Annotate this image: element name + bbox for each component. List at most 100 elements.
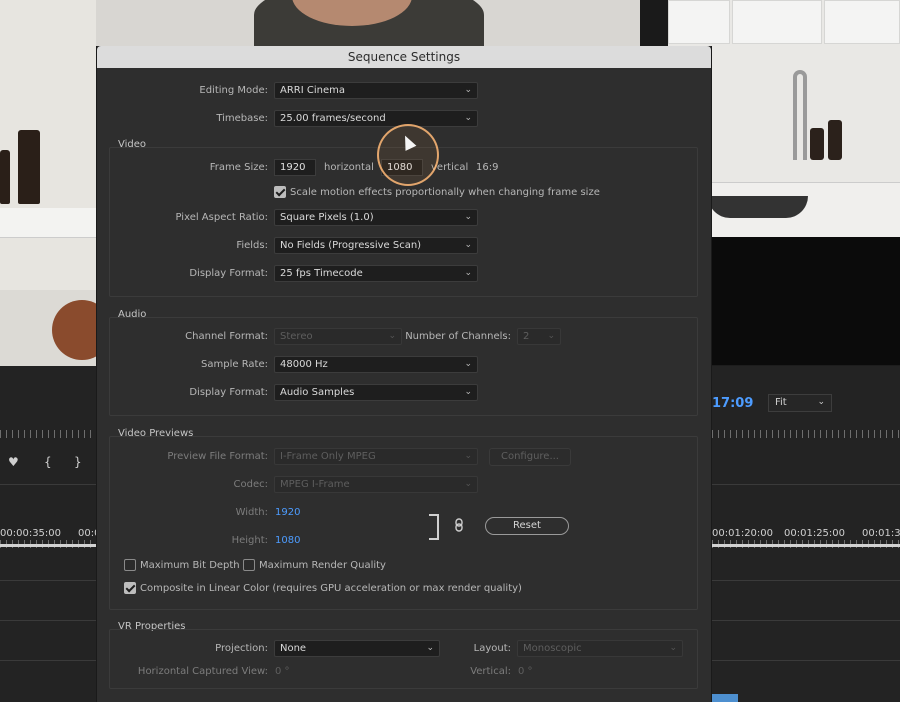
fields-value: No Fields (Progressive Scan) xyxy=(280,240,422,251)
bottle-image xyxy=(828,120,842,160)
zoom-fit-select[interactable]: Fit ⌄ xyxy=(768,394,832,412)
layout-label: Layout: xyxy=(473,643,511,654)
video-display-format-value: 25 fps Timecode xyxy=(280,268,363,279)
pixel-aspect-select[interactable]: Square Pixels (1.0) ⌄ xyxy=(274,209,478,226)
num-channels-select[interactable]: 2 ⌄ xyxy=(517,328,561,345)
audio-display-format-value: Audio Samples xyxy=(280,387,355,398)
sample-rate-select[interactable]: 48000 Hz ⌄ xyxy=(274,356,478,373)
pan-image xyxy=(708,196,808,218)
bottle-image xyxy=(810,128,824,160)
scale-motion-checkbox[interactable] xyxy=(274,186,286,198)
timebase-label: Timebase: xyxy=(216,113,268,124)
reset-button[interactable]: Reset xyxy=(485,517,569,535)
channel-format-label: Channel Format: xyxy=(185,331,268,342)
vr-vertical-label: Vertical: xyxy=(470,666,511,677)
horizontal-label: horizontal xyxy=(324,162,374,173)
num-channels-label: Number of Channels: xyxy=(405,331,511,342)
panel-divider xyxy=(640,0,668,46)
video-display-format-select[interactable]: 25 fps Timecode ⌄ xyxy=(274,265,478,282)
bottle-image xyxy=(0,150,10,204)
frame-width-input[interactable]: 1920 xyxy=(274,159,316,176)
max-render-quality-label: Maximum Render Quality xyxy=(259,560,386,571)
vertical-label: vertical xyxy=(431,162,469,173)
chevron-down-icon: ⌄ xyxy=(464,359,472,369)
timebase-select[interactable]: 25.00 frames/second ⌄ xyxy=(274,110,478,127)
max-bit-depth-checkbox[interactable] xyxy=(124,559,136,571)
frame-height-input[interactable]: 1080 xyxy=(381,159,423,176)
clip-chip xyxy=(712,694,738,702)
codec-select[interactable]: MPEG I-Frame ⌄ xyxy=(274,476,478,493)
pixel-aspect-value: Square Pixels (1.0) xyxy=(280,212,374,223)
h-captured-view-value[interactable]: 0 ° xyxy=(275,666,290,677)
sample-rate-value: 48000 Hz xyxy=(280,359,328,370)
cabinet-image xyxy=(668,0,730,44)
channel-format-select[interactable]: Stereo ⌄ xyxy=(274,328,402,345)
track-divider xyxy=(0,620,96,621)
ruler-timecode: 00:01:25:00 xyxy=(784,528,846,539)
pixel-aspect-label: Pixel Aspect Ratio: xyxy=(175,212,269,223)
preview-height-value[interactable]: 1080 xyxy=(275,535,300,546)
preview-file-format-value: I-Frame Only MPEG xyxy=(280,451,376,462)
transport-controls: ♥ { } xyxy=(0,455,96,475)
timecode-display[interactable]: 17:09 xyxy=(712,396,753,411)
chevron-down-icon: ⌄ xyxy=(464,451,472,461)
link-icon[interactable] xyxy=(455,518,463,535)
chevron-down-icon: ⌄ xyxy=(464,268,472,278)
chevron-down-icon: ⌄ xyxy=(547,331,555,341)
editing-mode-value: ARRI Cinema xyxy=(280,85,345,96)
track-divider xyxy=(0,660,96,661)
editing-mode-label: Editing Mode: xyxy=(199,85,268,96)
chevron-down-icon: ⌄ xyxy=(464,212,472,222)
fields-label: Fields: xyxy=(236,240,268,251)
layout-select[interactable]: Monoscopic ⌄ xyxy=(517,640,683,657)
track-divider xyxy=(712,660,900,661)
dialog-title[interactable]: Sequence Settings xyxy=(97,46,711,68)
editing-mode-select[interactable]: ARRI Cinema ⌄ xyxy=(274,82,478,99)
timebase-value: 25.00 frames/second xyxy=(280,113,386,124)
audio-display-format-label: Display Format: xyxy=(189,387,268,398)
chevron-down-icon: ⌄ xyxy=(464,240,472,250)
ruler-timecode: 00:01:20:00 xyxy=(712,528,774,539)
cabinet-image xyxy=(824,0,900,44)
channel-format-value: Stereo xyxy=(280,331,313,342)
max-bit-depth-label: Maximum Bit Depth xyxy=(140,560,240,571)
marker-icon[interactable]: ♥ xyxy=(8,455,19,469)
num-channels-value: 2 xyxy=(523,331,530,342)
fields-select[interactable]: No Fields (Progressive Scan) ⌄ xyxy=(274,237,478,254)
divider xyxy=(712,484,900,485)
track-divider xyxy=(712,620,900,621)
linear-color-checkbox[interactable] xyxy=(124,582,136,594)
monitor-ruler-ticks xyxy=(0,430,96,438)
configure-button[interactable]: Configure... xyxy=(489,448,571,466)
monitor-ruler-ticks xyxy=(712,430,900,438)
audio-display-format-select[interactable]: Audio Samples ⌄ xyxy=(274,384,478,401)
monitor-black-area xyxy=(712,237,900,365)
preview-width-value[interactable]: 1920 xyxy=(275,507,300,518)
source-monitor-top xyxy=(96,0,640,46)
ruler-timecode: 00:01:30 xyxy=(862,528,900,539)
mark-out-icon[interactable]: } xyxy=(74,455,82,469)
mark-in-icon[interactable]: { xyxy=(44,455,52,469)
video-display-format-label: Display Format: xyxy=(189,268,268,279)
chevron-down-icon: ⌄ xyxy=(669,643,677,653)
frame-size-label: Frame Size: xyxy=(209,162,268,173)
chevron-down-icon: ⌄ xyxy=(464,113,472,123)
work-area-bar[interactable] xyxy=(0,544,96,547)
chevron-down-icon: ⌄ xyxy=(426,643,434,653)
projection-select[interactable]: None ⌄ xyxy=(274,640,440,657)
chevron-down-icon: ⌄ xyxy=(464,387,472,397)
preview-file-format-select[interactable]: I-Frame Only MPEG ⌄ xyxy=(274,448,478,465)
program-monitor-left-edge xyxy=(0,0,96,366)
divider xyxy=(0,484,96,485)
linear-color-label: Composite in Linear Color (requires GPU … xyxy=(140,583,522,594)
scale-motion-label: Scale motion effects proportionally when… xyxy=(290,187,600,198)
layout-value: Monoscopic xyxy=(523,643,582,654)
track-divider xyxy=(0,580,96,581)
work-area-bar[interactable] xyxy=(712,544,900,547)
chevron-down-icon: ⌄ xyxy=(388,331,396,341)
chain-link-icon xyxy=(455,518,463,532)
bottle-image xyxy=(18,130,40,204)
vr-vertical-value[interactable]: 0 ° xyxy=(518,666,533,677)
max-render-quality-checkbox[interactable] xyxy=(243,559,255,571)
vr-section xyxy=(109,629,698,689)
